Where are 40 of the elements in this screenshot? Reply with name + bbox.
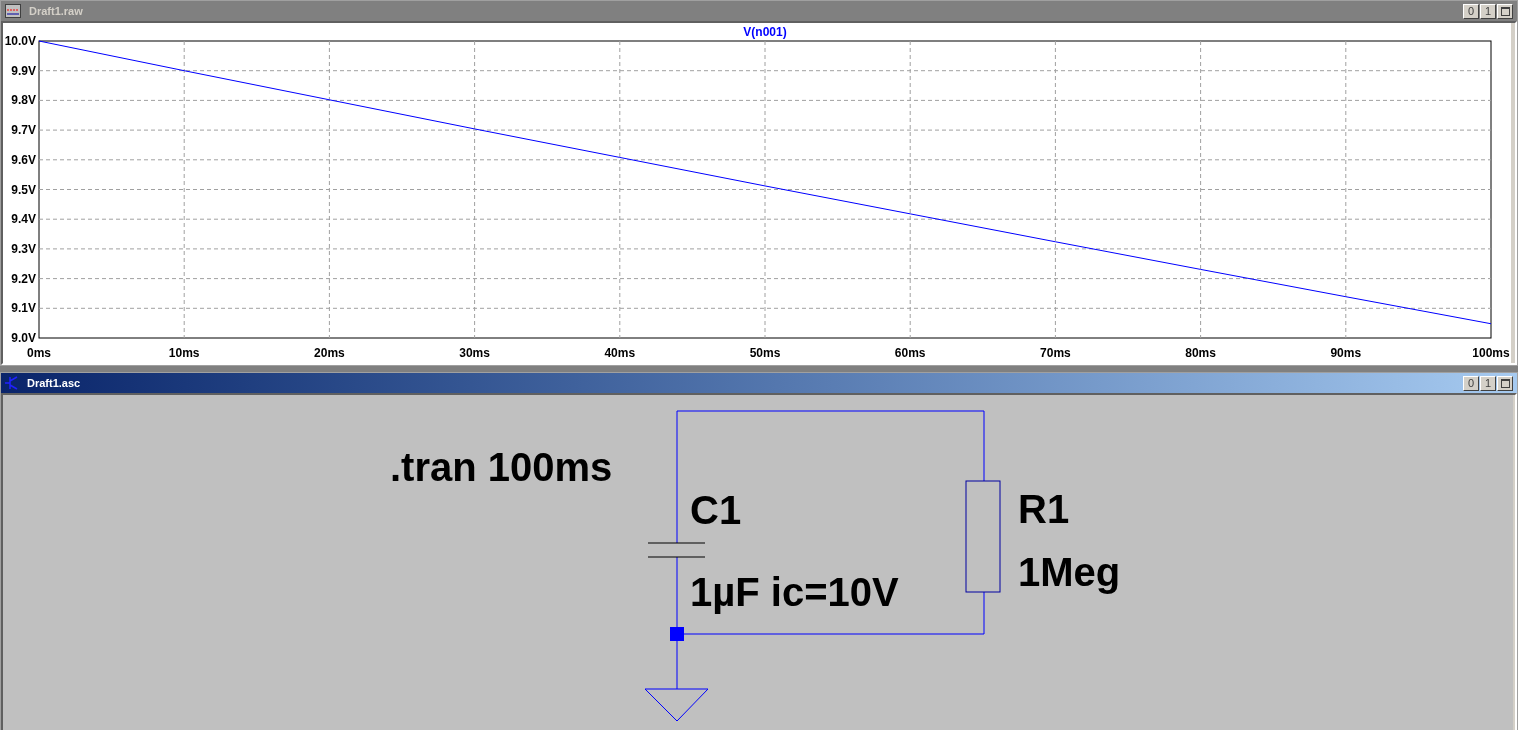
window-title: Draft1.raw [29, 3, 83, 19]
ground-symbol [644, 688, 709, 722]
y-axis-label: 9.2V [11, 271, 36, 286]
y-axis-label: 9.7V [11, 123, 36, 138]
waveform-icon [5, 4, 21, 18]
component-value: 1Meg [1018, 550, 1121, 594]
y-axis-label: 9.5V [11, 182, 36, 197]
maximize-button[interactable] [1497, 3, 1513, 19]
x-axis-label: 10ms [168, 346, 200, 360]
x-axis-label: 100ms [1472, 346, 1510, 360]
y-axis-label: 9.0V [11, 331, 36, 345]
maximize-button[interactable] [1497, 375, 1513, 391]
x-axis-label: 20ms [314, 346, 345, 360]
x-axis-label: 30ms [459, 346, 490, 360]
x-axis-label: 80ms [1185, 346, 1216, 360]
component-name: C1 [690, 488, 742, 532]
window-title: Draft1.asc [27, 375, 81, 391]
trace-name: V(n001) [743, 25, 787, 39]
x-axis-label: 50ms [749, 346, 781, 360]
x-axis-label: 90ms [1330, 346, 1362, 360]
y-axis-label: 9.8V [11, 93, 36, 108]
transistor-icon [5, 376, 19, 390]
spice-directive: .tran 100ms [390, 445, 613, 489]
y-axis-label: 9.3V [11, 241, 36, 256]
window-control-button[interactable]: 0 [1463, 3, 1479, 19]
capacitor-symbol [647, 542, 706, 558]
x-axis-label: 0ms [27, 346, 51, 360]
x-axis-label: 40ms [604, 346, 636, 360]
y-axis-label: 9.6V [11, 152, 36, 167]
y-axis-label: 9.9V [11, 63, 36, 78]
component-value: 1µF ic=10V [690, 570, 899, 614]
y-axis-label: 10.0V [4, 34, 36, 48]
y-axis-label: 9.1V [11, 301, 36, 316]
x-axis-label: 70ms [1040, 346, 1071, 360]
window-control-button[interactable]: 1 [1480, 375, 1496, 391]
window-control-button[interactable]: 0 [1463, 375, 1479, 391]
window-control-button[interactable]: 1 [1480, 3, 1496, 19]
x-axis-label: 60ms [894, 346, 926, 360]
y-axis-label: 9.4V [11, 212, 36, 227]
component-name: R1 [1018, 487, 1070, 531]
